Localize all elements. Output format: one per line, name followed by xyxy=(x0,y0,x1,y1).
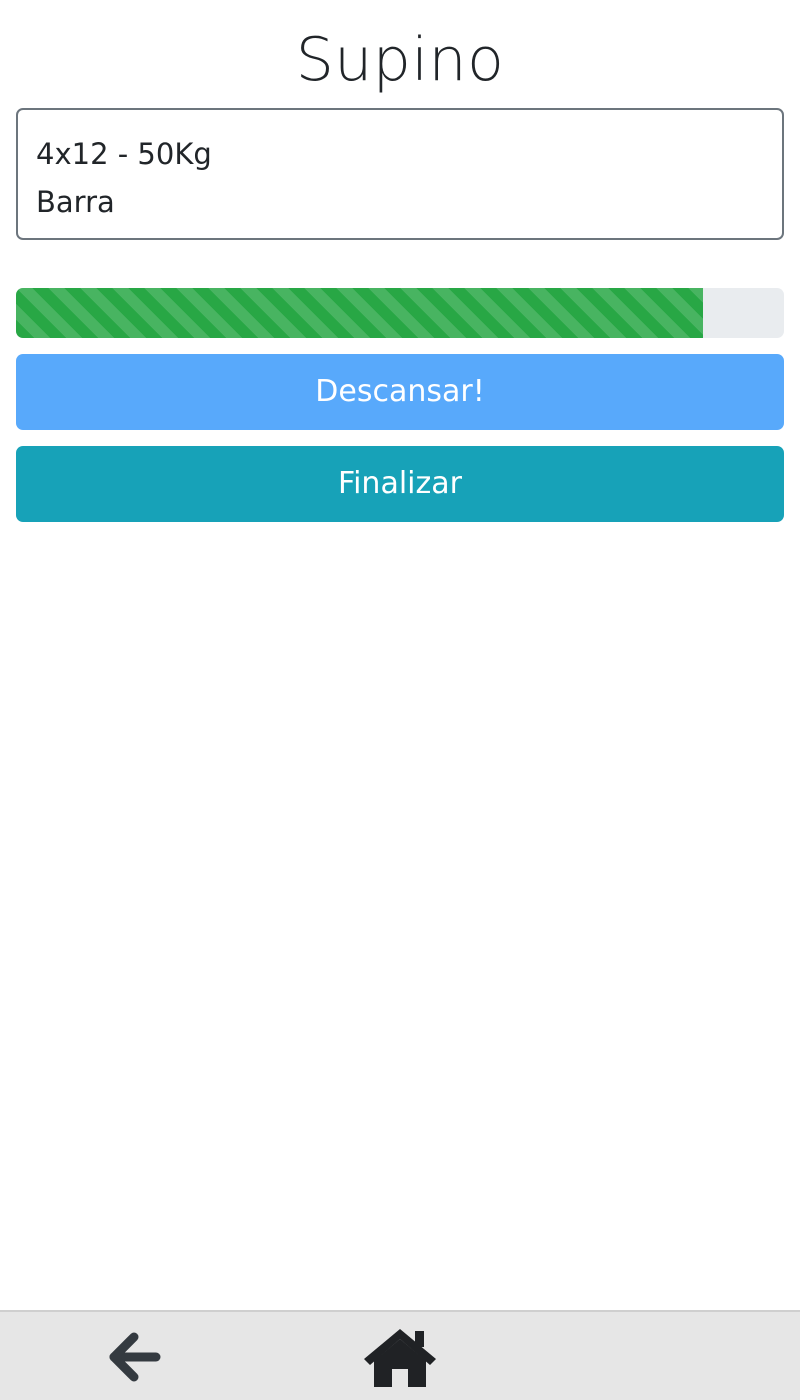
progress-bar xyxy=(16,288,704,338)
footer-nav xyxy=(0,1310,800,1400)
rest-button[interactable]: Descansar! xyxy=(16,354,784,430)
arrow-left-icon xyxy=(109,1332,161,1382)
progress-track xyxy=(16,288,784,338)
finish-button[interactable]: Finalizar xyxy=(16,446,784,522)
home-button[interactable] xyxy=(360,1320,440,1394)
home-icon xyxy=(364,1329,436,1387)
exercise-sets-weight: 4x12 - 50Kg xyxy=(36,137,212,171)
back-button[interactable] xyxy=(94,1320,174,1394)
page: Supino 4x12 - 50Kg Barra Descansar! Fina… xyxy=(0,0,800,1400)
exercise-equipment: Barra xyxy=(36,185,115,219)
exercise-details: 4x12 - 50Kg Barra xyxy=(16,108,784,240)
page-title: Supino xyxy=(295,25,505,95)
